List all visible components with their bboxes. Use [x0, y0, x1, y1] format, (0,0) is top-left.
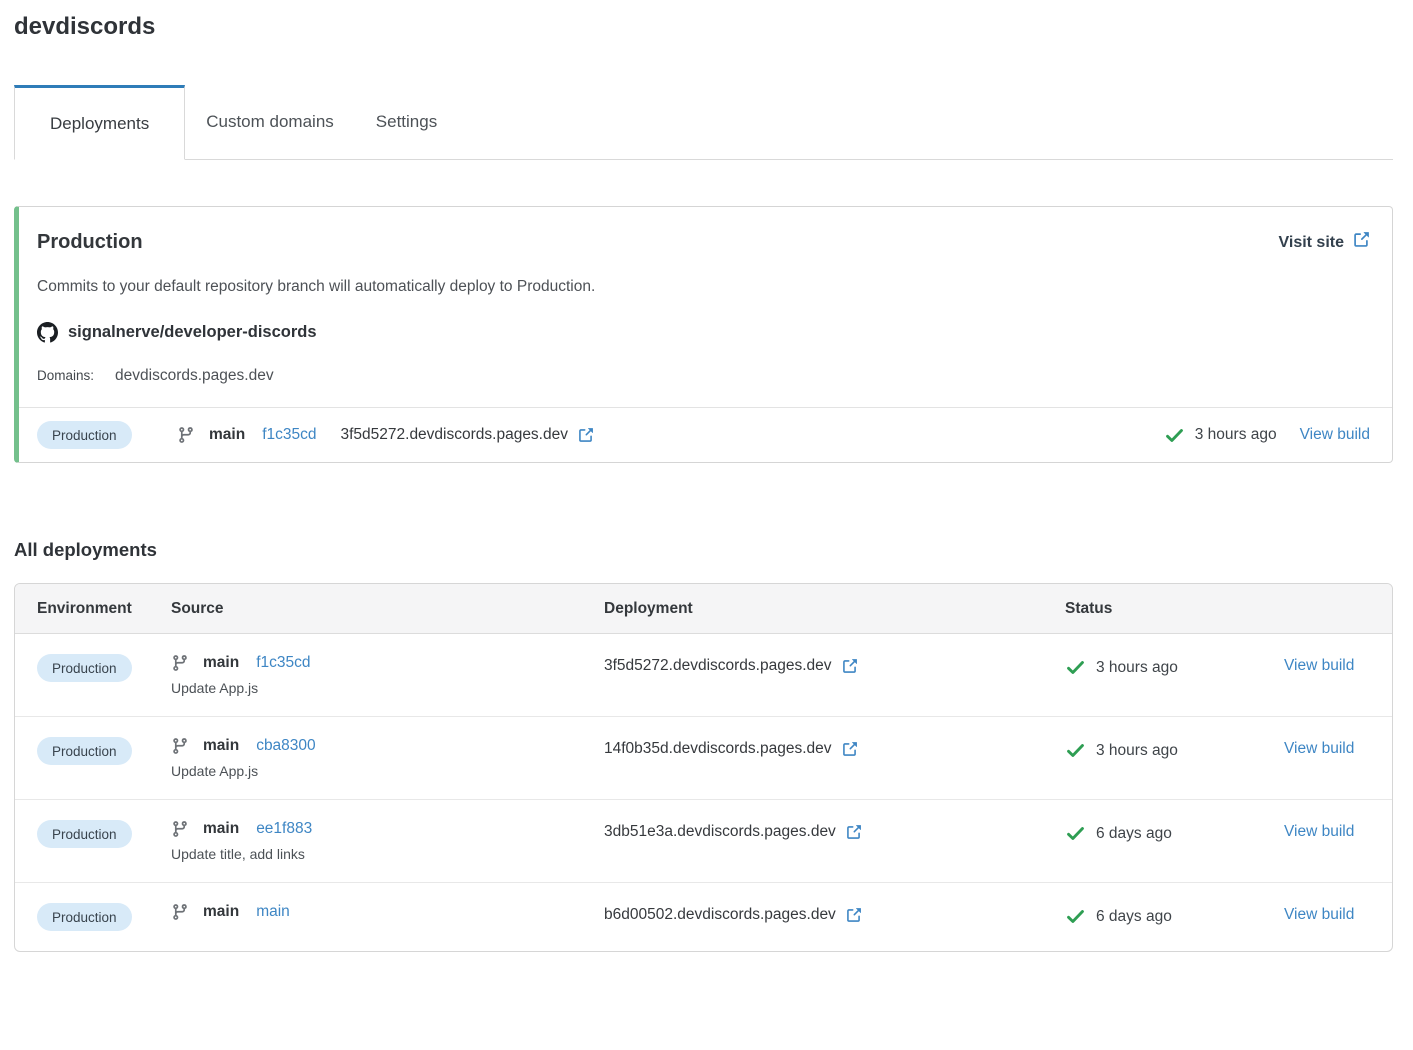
tab-custom-domains[interactable]: Custom domains — [185, 85, 355, 159]
check-icon — [1164, 425, 1185, 446]
status-time: 3 hours ago — [1096, 659, 1178, 677]
commit-message: Update title, add links — [171, 846, 604, 862]
page-title: devdiscords — [14, 13, 1393, 41]
branch-name: main — [203, 903, 239, 921]
branch-name: main — [203, 737, 239, 755]
column-header-source: Source — [171, 600, 604, 618]
deployment-url-link[interactable]: 3db51e3a.devdiscords.pages.dev — [604, 823, 1065, 841]
check-icon — [1065, 823, 1086, 844]
git-branch-icon — [171, 654, 189, 672]
table-header: Environment Source Deployment Status — [15, 584, 1392, 634]
deployment-url: 3f5d5272.devdiscords.pages.dev — [604, 657, 832, 675]
table-row: Production main main b6d00502.devdiscord… — [15, 882, 1392, 951]
column-header-environment: Environment — [37, 600, 171, 618]
check-icon — [1065, 906, 1086, 927]
git-branch-icon — [177, 426, 195, 444]
status-time: 3 hours ago — [1096, 742, 1178, 760]
view-build-link[interactable]: View build — [1284, 740, 1354, 757]
environment-badge: Production — [37, 903, 132, 931]
deployment-url: 3f5d5272.devdiscords.pages.dev — [340, 426, 568, 444]
check-icon — [1065, 657, 1086, 678]
external-link-icon — [845, 824, 862, 841]
domains-label: Domains: — [37, 368, 94, 383]
commit-link[interactable]: cba8300 — [256, 737, 315, 755]
deployment-url-link[interactable]: 14f0b35d.devdiscords.pages.dev — [604, 740, 1065, 758]
status-time: 6 days ago — [1096, 908, 1172, 926]
deployment-url: 14f0b35d.devdiscords.pages.dev — [604, 740, 832, 758]
commit-message: Update App.js — [171, 680, 604, 696]
git-branch-icon — [171, 820, 189, 838]
external-link-icon — [577, 427, 594, 444]
branch-name: main — [209, 426, 245, 444]
commit-link[interactable]: main — [256, 903, 290, 921]
git-branch-icon — [171, 737, 189, 755]
table-row: Production main f1c35cd Update App.js 3f… — [15, 634, 1392, 716]
github-icon — [37, 322, 58, 343]
environment-badge: Production — [37, 421, 132, 449]
status-time: 3 hours ago — [1195, 426, 1277, 444]
commit-link[interactable]: ee1f883 — [256, 820, 312, 838]
page: devdiscords Deployments Custom domains S… — [14, 13, 1393, 952]
external-link-icon — [1352, 231, 1370, 254]
deployment-url-link[interactable]: 3f5d5272.devdiscords.pages.dev — [340, 426, 594, 444]
deployment-url: 3db51e3a.devdiscords.pages.dev — [604, 823, 836, 841]
column-header-deployment: Deployment — [604, 600, 1065, 618]
view-build-link[interactable]: View build — [1284, 823, 1354, 840]
view-build-link[interactable]: View build — [1284, 657, 1354, 674]
deployment-url: b6d00502.devdiscords.pages.dev — [604, 906, 836, 924]
commit-link[interactable]: f1c35cd — [256, 654, 310, 672]
repository-name: signalnerve/developer-discords — [68, 323, 317, 342]
environment-badge: Production — [37, 737, 132, 765]
commit-message: Update App.js — [171, 763, 604, 779]
view-build-link[interactable]: View build — [1300, 426, 1370, 444]
tab-deployments[interactable]: Deployments — [14, 85, 185, 160]
external-link-icon — [841, 741, 858, 758]
status-time: 6 days ago — [1096, 825, 1172, 843]
branch-name: main — [203, 654, 239, 672]
column-header-status: Status — [1065, 600, 1284, 618]
production-deployment-row: Production main f1c35cd 3f5d5272.devdisc… — [19, 407, 1392, 462]
table-row: Production main ee1f883 Update title, ad… — [15, 799, 1392, 882]
visit-site-link[interactable]: Visit site — [1278, 231, 1370, 254]
table-row: Production main cba8300 Update App.js 14… — [15, 716, 1392, 799]
branch-name: main — [203, 820, 239, 838]
environment-badge: Production — [37, 820, 132, 848]
tab-bar: Deployments Custom domains Settings — [14, 85, 1393, 160]
visit-site-label: Visit site — [1278, 234, 1344, 252]
external-link-icon — [845, 907, 862, 924]
production-title: Production — [37, 231, 143, 254]
check-icon — [1065, 740, 1086, 761]
deployment-url-link[interactable]: 3f5d5272.devdiscords.pages.dev — [604, 657, 1065, 675]
git-branch-icon — [171, 903, 189, 921]
commit-link[interactable]: f1c35cd — [262, 426, 316, 444]
deployment-url-link[interactable]: b6d00502.devdiscords.pages.dev — [604, 906, 1065, 924]
domains-row: Domains: devdiscords.pages.dev — [37, 367, 1370, 385]
production-card-body: Production Visit site Commits to your de… — [19, 207, 1392, 407]
repository: signalnerve/developer-discords — [37, 322, 1370, 343]
domains-value: devdiscords.pages.dev — [115, 367, 274, 385]
tab-settings[interactable]: Settings — [355, 85, 458, 159]
all-deployments-title: All deployments — [14, 539, 1393, 561]
view-build-link[interactable]: View build — [1284, 906, 1354, 923]
deployments-table: Environment Source Deployment Status Pro… — [14, 583, 1393, 952]
environment-badge: Production — [37, 654, 132, 682]
external-link-icon — [841, 658, 858, 675]
production-card: Production Visit site Commits to your de… — [14, 206, 1393, 463]
production-description: Commits to your default repository branc… — [37, 278, 1370, 296]
